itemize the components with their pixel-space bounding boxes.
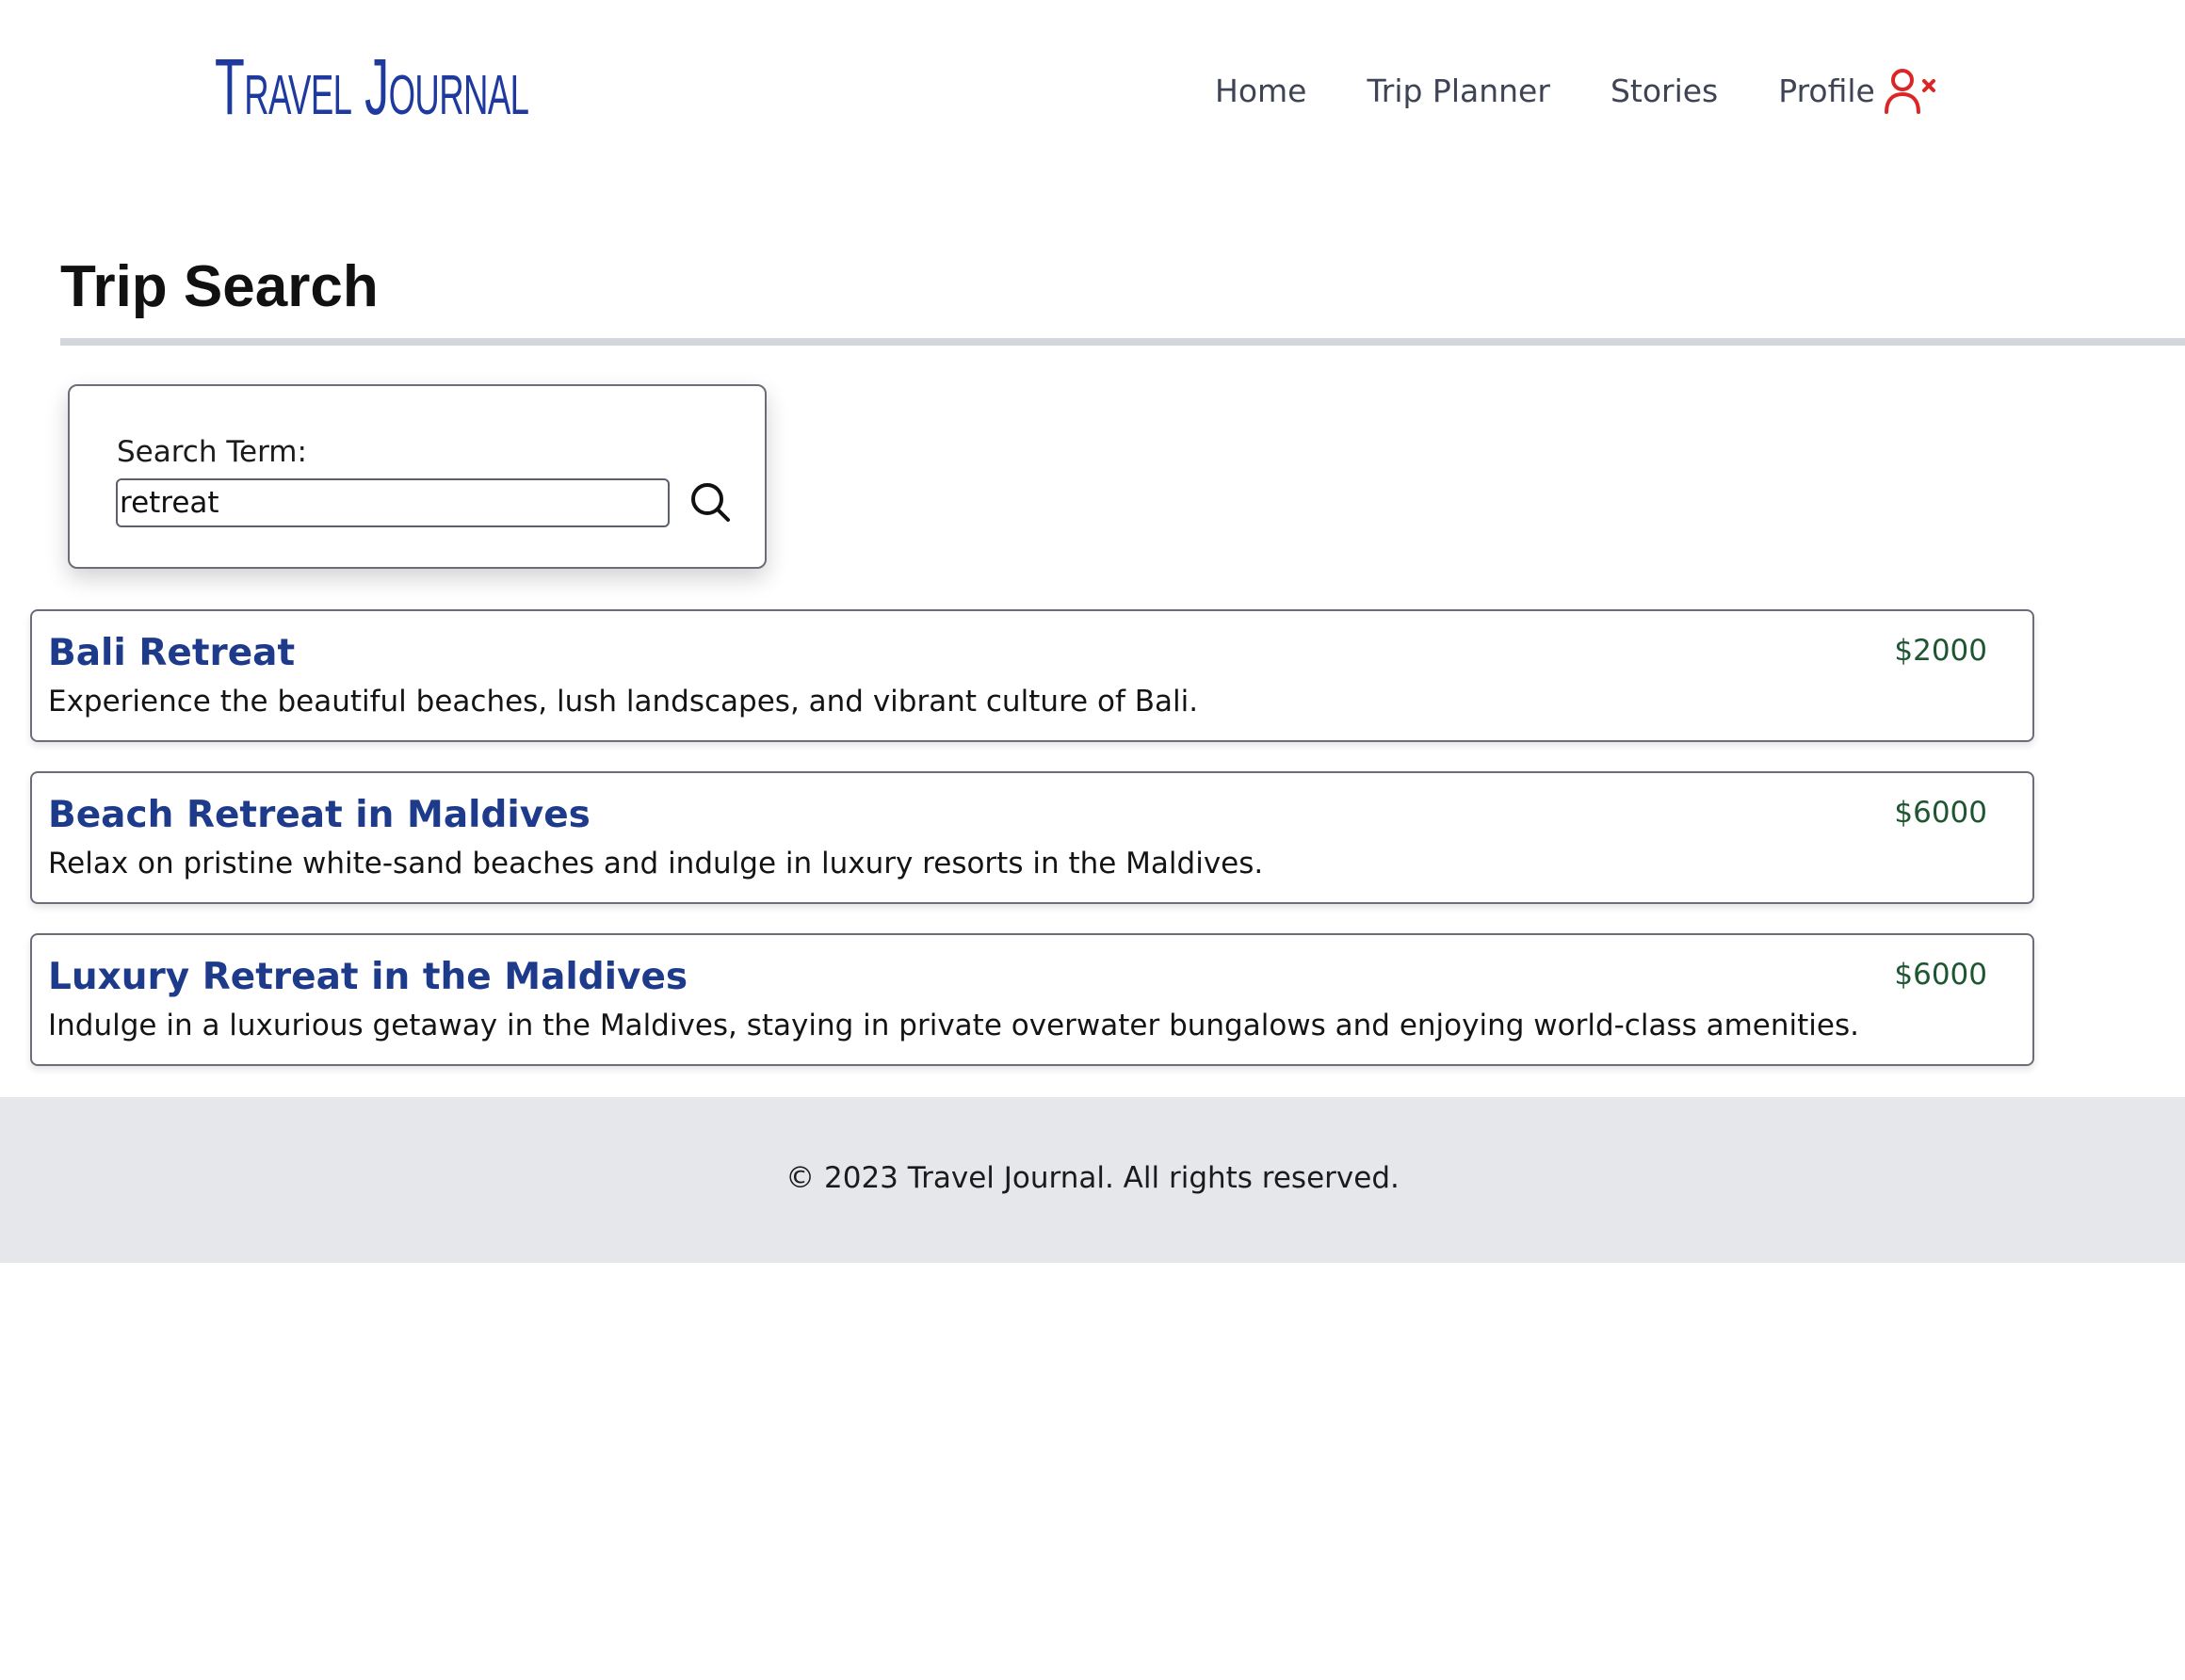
search-input[interactable] <box>116 478 670 527</box>
result-title[interactable]: Luxury Retreat in the Maldives <box>48 954 688 1001</box>
result-price: $6000 <box>1894 796 1987 830</box>
result-description: Experience the beautiful beaches, lush l… <box>48 685 1199 719</box>
site-logo[interactable]: Travel Journal <box>215 38 529 136</box>
result-price: $2000 <box>1894 634 1987 668</box>
result-title[interactable]: Beach Retreat in Maldives <box>48 792 591 839</box>
title-divider <box>60 338 2185 346</box>
result-title[interactable]: Bali Retreat <box>48 630 295 677</box>
search-results: Bali Retreat Experience the beautiful be… <box>30 609 2034 1095</box>
site-footer: © 2023 Travel Journal. All rights reserv… <box>0 1097 2185 1263</box>
result-card[interactable]: Luxury Retreat in the Maldives Indulge i… <box>30 933 2034 1066</box>
search-icon <box>691 483 730 522</box>
result-card[interactable]: Bali Retreat Experience the beautiful be… <box>30 609 2034 742</box>
nav-profile-link[interactable]: Profile <box>1778 73 1875 109</box>
search-term-label: Search Term: <box>117 435 307 469</box>
main-nav: Home Trip Planner Stories Profile <box>1215 62 1935 119</box>
result-card[interactable]: Beach Retreat in Maldives Relax on prist… <box>30 771 2034 904</box>
copyright-text: © 2023 Travel Journal. All rights reserv… <box>785 1161 1400 1195</box>
page-title: Trip Search <box>60 254 379 319</box>
nav-stories-link[interactable]: Stories <box>1610 73 1718 109</box>
search-button[interactable] <box>687 478 736 527</box>
nav-home-link[interactable]: Home <box>1215 73 1306 109</box>
search-panel: Search Term: <box>68 384 767 569</box>
result-price: $6000 <box>1894 958 1987 992</box>
site-header: Travel Journal Home Trip Planner Stories… <box>0 0 2185 179</box>
nav-trip-planner-link[interactable]: Trip Planner <box>1367 73 1549 109</box>
result-description: Indulge in a luxurious getaway in the Ma… <box>48 1009 1859 1042</box>
user-remove-icon[interactable] <box>1884 68 1938 115</box>
result-description: Relax on pristine white-sand beaches and… <box>48 847 1264 880</box>
